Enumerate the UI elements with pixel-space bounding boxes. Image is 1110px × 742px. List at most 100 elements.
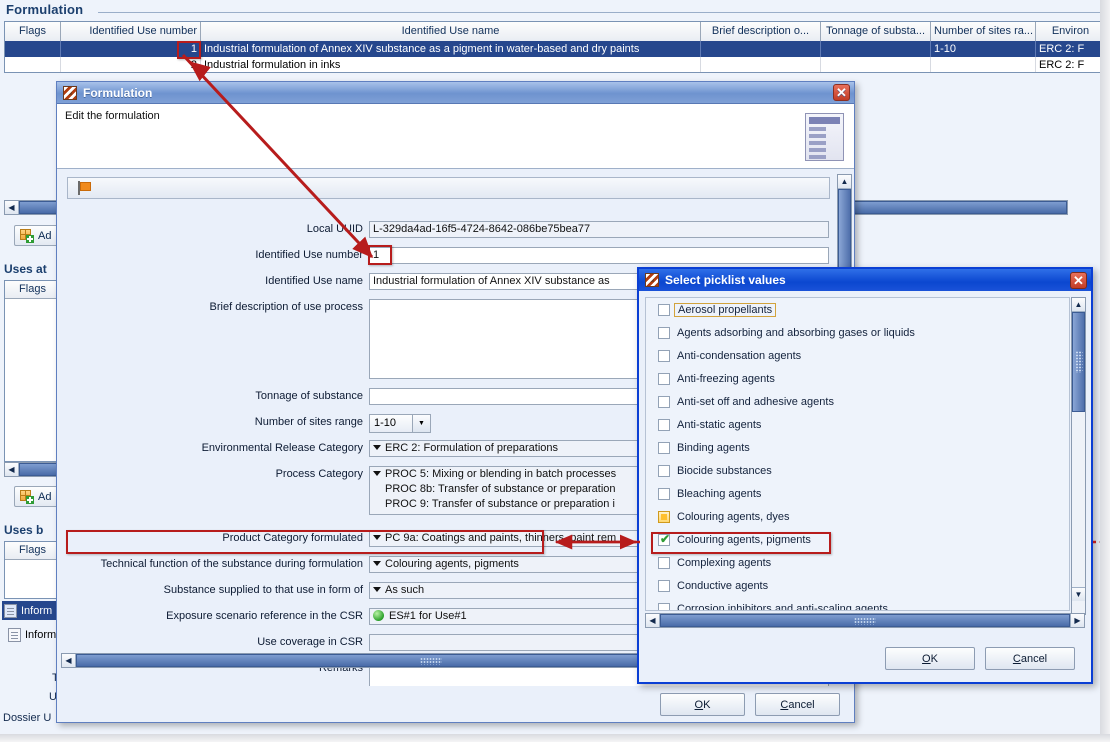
checkbox-icon[interactable]	[658, 372, 670, 385]
chevron-down-icon[interactable]	[373, 444, 381, 450]
cell-tonnage	[821, 41, 931, 57]
field-value-substance-supplied-form: As such	[385, 584, 425, 596]
list-item[interactable]: Anti-freezing agents	[646, 367, 1069, 390]
list-item-colouring-agents-pigments[interactable]: Colouring agents, pigments	[646, 528, 1069, 551]
column-header-use-number[interactable]: Identified Use number	[61, 22, 201, 41]
add-row-button-1[interactable]: Ad	[14, 225, 62, 246]
field-label-substance-supplied-form: Substance supplied to that use in form o…	[163, 584, 363, 596]
formulation-dialog-titlebar[interactable]: Formulation ✕	[57, 82, 854, 104]
picklist-cancel-button[interactable]: Cancel	[985, 647, 1075, 670]
picklist-vertical-scrollbar[interactable]: ▲ ▼	[1071, 297, 1086, 615]
scroll-left-icon[interactable]: ◀	[646, 614, 660, 627]
formulation-toolbar[interactable]	[67, 177, 830, 199]
document-icon	[4, 603, 17, 618]
checkbox-icon[interactable]	[658, 602, 670, 610]
checkbox-icon[interactable]	[658, 326, 670, 339]
bg-label-dossier: Dossier U	[3, 712, 52, 724]
column-header-brief-description[interactable]: Brief description o...	[701, 22, 821, 41]
field-identified-use-number: Identified Use number 1	[57, 247, 841, 264]
checkbox-icon-partial[interactable]	[658, 510, 670, 523]
chevron-down-icon[interactable]: ▼	[412, 415, 430, 432]
table-row[interactable]: 2 Industrial formulation in inks ERC 2: …	[5, 57, 1107, 73]
column-header-use-name[interactable]: Identified Use name	[201, 22, 701, 41]
column-header-sites-range[interactable]: Number of sites ra...	[931, 22, 1036, 41]
scroll-up-icon[interactable]: ▲	[838, 175, 851, 189]
checkbox-icon[interactable]	[658, 441, 670, 454]
column-header-flags[interactable]: Flags	[5, 22, 61, 41]
picklist-horizontal-scrollbar[interactable]: ◀ ▶	[645, 613, 1085, 628]
list-item[interactable]: Aerosol propellants	[646, 298, 1069, 321]
list-item[interactable]: Complexing agents	[646, 551, 1069, 574]
checkbox-icon[interactable]	[658, 303, 670, 316]
picklist-ok-button[interactable]: OK	[885, 647, 975, 670]
list-item[interactable]: Binding agents	[646, 436, 1069, 459]
tree-item-information-1[interactable]: Inform	[2, 601, 60, 620]
list-item-label: Colouring agents, pigments	[677, 533, 811, 546]
column-header-tonnage[interactable]: Tonnage of substa...	[821, 22, 931, 41]
scrollbar-thumb[interactable]	[1072, 312, 1085, 412]
picklist-dialog-titlebar[interactable]: Select picklist values ✕	[639, 269, 1091, 291]
cell-sites: 1-10	[931, 41, 1036, 57]
list-item-label: Conductive agents	[677, 579, 769, 592]
field-value-product-category: PC 9a: Coatings and paints, thinners, pa…	[385, 532, 617, 544]
chevron-down-icon[interactable]	[373, 470, 381, 476]
scroll-up-icon[interactable]: ▲	[1072, 298, 1085, 312]
close-icon[interactable]: ✕	[833, 84, 850, 101]
formulation-ok-button[interactable]: OK	[660, 693, 745, 716]
tree-item-label: Inform	[25, 628, 57, 641]
checkbox-icon[interactable]	[658, 395, 670, 408]
checkbox-icon[interactable]	[658, 579, 670, 592]
list-item[interactable]: Anti-set off and adhesive agents	[646, 390, 1069, 413]
checkbox-icon[interactable]	[658, 556, 670, 569]
chevron-down-icon[interactable]	[373, 560, 381, 566]
list-item[interactable]: Corrosion inhibitors and anti-scaling ag…	[646, 597, 1069, 610]
list-item-label: Anti-set off and adhesive agents	[677, 395, 834, 408]
scroll-left-icon[interactable]: ◀	[5, 463, 19, 476]
close-icon[interactable]: ✕	[1070, 271, 1087, 289]
list-item[interactable]: Anti-condensation agents	[646, 344, 1069, 367]
scroll-down-icon[interactable]: ▼	[1072, 587, 1085, 601]
list-item[interactable]: Colouring agents, dyes	[646, 505, 1069, 528]
list-item-label: Complexing agents	[677, 556, 772, 569]
chevron-down-icon[interactable]	[373, 534, 381, 540]
checkbox-icon[interactable]	[658, 464, 670, 477]
form-preview-icon	[805, 113, 844, 161]
list-item-label: Colouring agents, dyes	[677, 510, 790, 523]
checkbox-icon-checked[interactable]	[658, 532, 671, 546]
field-input-identified-use-number[interactable]: 1	[369, 247, 829, 264]
list-item[interactable]: Anti-static agents	[646, 413, 1069, 436]
list-item[interactable]: Agents adsorbing and absorbing gases or …	[646, 321, 1069, 344]
column-header-flags-2[interactable]: Flags	[5, 281, 61, 299]
checkbox-icon[interactable]	[658, 349, 670, 362]
field-local-uuid: Local UUID L-329da4ad-16f5-4724-8642-086…	[57, 221, 841, 238]
chevron-down-icon[interactable]	[373, 586, 381, 592]
formulation-cancel-button[interactable]: Cancel	[755, 693, 840, 716]
scroll-left-icon[interactable]: ◀	[62, 654, 76, 667]
tree-item-label: Inform	[21, 604, 53, 617]
field-value-technical-function: Colouring agents, pigments	[385, 558, 519, 570]
list-item-label: Anti-static agents	[677, 418, 762, 431]
flag-icon[interactable]	[78, 181, 91, 195]
field-value-exposure-scenario-reference: ES#1 for Use#1	[389, 610, 467, 622]
list-item[interactable]: Bleaching agents	[646, 482, 1069, 505]
picklist-options-list[interactable]: Aerosol propellants Agents adsorbing and…	[645, 297, 1070, 611]
formulation-dialog-description-panel: Edit the formulation	[57, 104, 854, 169]
grid-add-icon	[20, 489, 34, 504]
list-item[interactable]: Biocide substances	[646, 459, 1069, 482]
list-item-label: Anti-condensation agents	[677, 349, 802, 362]
field-combo-sites-range[interactable]: 1-10 ▼	[369, 414, 431, 433]
scroll-left-icon[interactable]: ◀	[5, 201, 19, 214]
table-row[interactable]: 1 Industrial formulation of Annex XIV su…	[5, 41, 1107, 57]
checkbox-icon[interactable]	[658, 487, 670, 500]
field-label-technical-function: Technical function of the substance duri…	[100, 558, 363, 570]
add-row-button-2[interactable]: Ad	[14, 486, 62, 507]
column-header-flags-3[interactable]: Flags	[5, 542, 61, 560]
list-item[interactable]: Conductive agents	[646, 574, 1069, 597]
scrollbar-thumb[interactable]	[660, 614, 1070, 627]
scroll-right-icon[interactable]: ▶	[1070, 614, 1084, 627]
checkbox-icon[interactable]	[658, 418, 670, 431]
column-header-environmental-release[interactable]: Environ	[1036, 22, 1106, 41]
list-item-label: Bleaching agents	[677, 487, 762, 500]
table-header-row: Flags Identified Use number Identified U…	[5, 22, 1107, 41]
picklist-dialog-title: Select picklist values	[665, 273, 786, 287]
